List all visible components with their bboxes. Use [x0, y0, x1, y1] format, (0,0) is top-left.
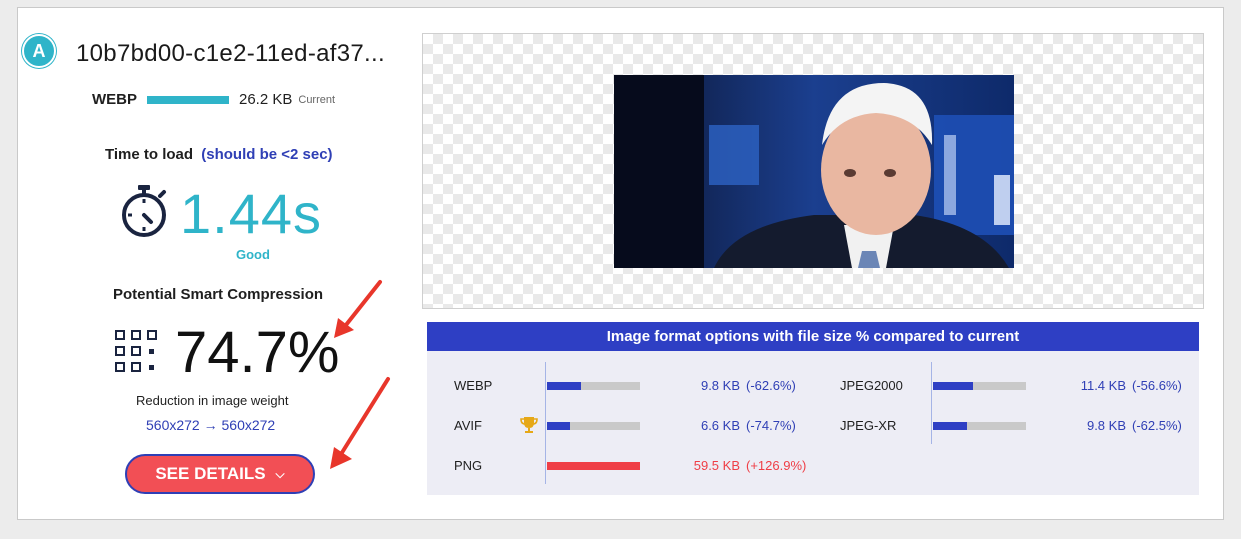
- format-option-bar: [547, 422, 640, 430]
- format-option-bar: [547, 382, 640, 390]
- format-option-delta: (+126.9%): [746, 458, 807, 473]
- time-to-load-label: Time to load (should be <2 sec): [105, 146, 333, 163]
- compression-grid-icon: [115, 330, 157, 372]
- time-to-load-hint: (should be <2 sec): [201, 146, 333, 163]
- format-option-name: AVIF: [454, 418, 482, 433]
- annotation-arrow-icon: [330, 377, 390, 469]
- format-option-row: AVIF 6.6 KB (-74.7%): [454, 417, 824, 434]
- see-details-button[interactable]: SEE DETAILS ⌵: [125, 454, 315, 494]
- format-option-name: JPEG2000: [840, 378, 903, 393]
- format-option-bar-fill: [933, 382, 973, 390]
- format-option-bar: [933, 422, 1026, 430]
- format-options-panel: Image format options with file size % co…: [427, 322, 1199, 495]
- format-option-size: 9.8 KB: [1086, 418, 1126, 433]
- current-format-row: WEBP 26.2 KB Current: [92, 91, 335, 108]
- current-format: WEBP: [92, 91, 137, 108]
- format-options-title: Image format options with file size % co…: [427, 322, 1199, 351]
- format-option-row: JPEG2000 11.4 KB (-56.6%): [840, 378, 1210, 394]
- format-option-name: PNG: [454, 458, 483, 473]
- image-preview: [422, 33, 1204, 309]
- format-option-row: PNG 59.5 KB (+126.9%): [454, 458, 824, 474]
- smart-compression-label: Potential Smart Compression: [113, 286, 324, 303]
- format-option-row: WEBP 9.8 KB (-62.6%): [454, 378, 824, 394]
- see-details-label: SEE DETAILS: [155, 464, 266, 483]
- format-option-bar-fill: [547, 422, 571, 430]
- load-time-value: 1.44s: [180, 182, 322, 245]
- format-option-delta: (-62.6%): [746, 378, 796, 393]
- format-option-bar: [547, 462, 640, 470]
- section-badge: A: [22, 34, 56, 68]
- annotation-arrow-icon: [334, 280, 382, 338]
- format-option-name: JPEG-XR: [840, 418, 897, 433]
- format-option-bar-fill: [933, 422, 968, 430]
- reduction-label: Reduction in image weight: [136, 393, 289, 408]
- stopwatch-icon: [122, 185, 166, 237]
- file-name: 10b7bd00-c1e2-11ed-af37...: [76, 40, 385, 67]
- format-option-delta: (-74.7%): [746, 418, 796, 433]
- format-option-bar: [933, 382, 1026, 390]
- format-option-bar-fill: [547, 462, 640, 470]
- current-size-bar: [147, 95, 229, 104]
- trophy-icon: [520, 417, 538, 433]
- chevron-down-icon: ⌵: [275, 466, 285, 481]
- format-option-bar-fill: [547, 382, 582, 390]
- preview-photo: [614, 75, 1014, 268]
- format-option-delta: (-56.6%): [1132, 378, 1182, 393]
- current-size: 26.2 KB: [239, 91, 293, 108]
- format-option-name: WEBP: [454, 378, 493, 393]
- format-option-row: JPEG-XR 9.8 KB (-62.5%): [840, 418, 1210, 434]
- compression-percent: 74.7%: [175, 320, 340, 385]
- format-option-delta: (-62.5%): [1132, 418, 1182, 433]
- current-tag: Current: [298, 93, 336, 106]
- format-option-size: 59.5 KB: [693, 458, 740, 473]
- load-time-rating: Good: [236, 247, 270, 262]
- dimensions-change: 560x272 → 560x272: [146, 417, 276, 433]
- format-option-size: 11.4 KB: [1080, 378, 1126, 393]
- format-option-size: 9.8 KB: [700, 378, 740, 393]
- time-to-load-text: Time to load: [105, 146, 194, 163]
- format-option-size: 6.6 KB: [700, 418, 740, 433]
